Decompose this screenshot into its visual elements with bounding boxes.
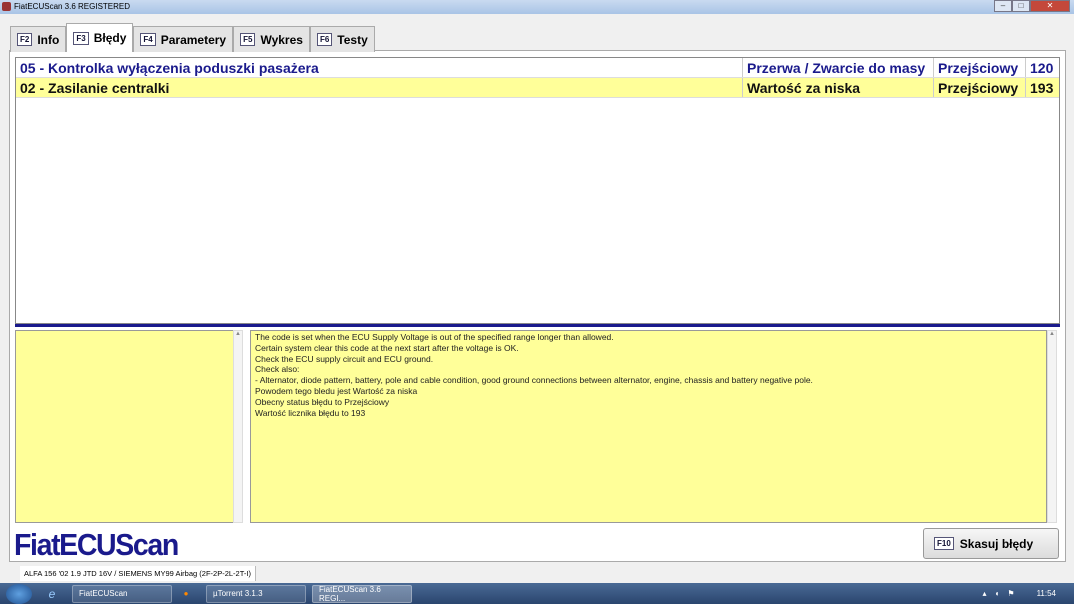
tab-testy[interactable]: F6 Testy [309,26,375,52]
taskbar-label: FiatECUScan [79,589,128,598]
description-line: Check also: [255,364,300,375]
firefox-icon[interactable]: ● [178,589,194,598]
description-line: The code is set when the ECU Supply Volt… [255,332,614,342]
tab-bledy[interactable]: F3 Błędy [66,23,134,52]
clock[interactable]: 11:54 [1037,589,1056,598]
error-count: 193 [1030,80,1054,96]
table-row[interactable]: 02 - Zasilanie centralki Wartość za nisk… [16,78,1059,98]
maximize-button[interactable]: □ [1012,0,1030,12]
tab-label: Błędy [93,31,127,45]
error-count: 120 [1030,60,1054,76]
button-label: Skasuj błędy [959,536,1034,551]
close-button[interactable]: ✕ [1030,0,1070,12]
tab-bar: F2 Info F3 Błędy F4 Parametery F5 Wykres F6 T… [10,23,375,52]
status-bar: ALFA 156 '02 1.9 JTD 16V / SIEMENS MY99 … [0,564,1074,583]
tab-label: Parametery [160,32,227,47]
ie-icon[interactable]: e [44,587,60,601]
description-line: Powodem tego bledu jest Wartość za niska [255,385,418,396]
info-box [15,330,234,523]
taskbar-item[interactable]: FiatECUScan [72,584,172,603]
key-icon: F5 [240,33,256,46]
error-type: Wartość za niska [743,78,934,97]
taskbar: e FiatECUScan ● µTorrent 3.1.3 FiatECUSc… [0,583,1074,604]
error-code: 02 - Zasilanie centralki [16,78,743,97]
taskbar-item[interactable]: µTorrent 3.1.3 [206,584,306,603]
title-bar: FiatECUScan 3.6 REGISTERED – □ ✕ [0,0,1074,14]
error-type: Przerwa / Zwarcie do masy [743,58,934,77]
error-table: 05 - Kontrolka wyłączenia poduszki pasaż… [15,57,1060,324]
logo: FiatECUScan [14,527,179,562]
key-icon: F2 [17,33,33,46]
description-line: Wartość licznika błędu to 193 [255,407,366,418]
start-button[interactable] [6,583,32,604]
minimize-button[interactable]: – [994,0,1012,12]
key-icon: F3 [73,31,89,45]
vehicle-info: ALFA 156 '02 1.9 JTD 16V / SIEMENS MY99 … [20,566,256,581]
description-line: - Alternator, diode pattern, battery, po… [255,375,813,386]
table-row[interactable]: 05 - Kontrolka wyłączenia poduszki pasaż… [16,58,1059,78]
taskbar-item[interactable]: FiatECUScan 3.6 REGI... [312,584,412,603]
error-description: The code is set when the ECU Supply Volt… [250,330,1047,523]
tab-info[interactable]: F2 Info [10,26,67,52]
taskbar-label: FiatECUScan 3.6 REGI... [319,584,381,603]
tray-up-icon[interactable]: ▴ [983,589,987,598]
scrollbar[interactable]: ▲ [1047,330,1057,523]
clear-errors-button[interactable]: F10 Skasuj błędy [923,528,1059,559]
tab-parametery[interactable]: F4 Parametery [133,26,234,52]
volume-icon[interactable]: ◖ [995,589,1000,598]
tab-label: Wykres [260,32,303,47]
divider [15,324,1060,327]
description-line: Check the ECU supply circuit and ECU gro… [255,353,434,364]
tab-label: Testy [337,32,368,47]
error-status: Przejściowy [934,58,1026,77]
system-tray: ▴ ◖ ⚑ 11:54 [983,589,1074,598]
key-icon: F6 [316,33,333,46]
tab-label: Info [37,32,60,47]
scrollbar[interactable]: ▲ [233,330,243,523]
error-code: 05 - Kontrolka wyłączenia poduszki pasaż… [16,58,743,77]
key-icon: F10 [934,537,954,550]
window-title: FiatECUScan 3.6 REGISTERED [14,2,131,11]
tab-wykres[interactable]: F5 Wykres [233,26,310,52]
description-line: Obecny status błędu to Przejściowy [255,396,390,407]
error-status: Przejściowy [934,78,1026,97]
key-icon: F4 [140,33,156,46]
flag-icon[interactable]: ⚑ [1007,589,1014,598]
taskbar-label: µTorrent 3.1.3 [213,589,263,598]
app-icon [2,2,11,11]
description-line: Certain system clear this code at the ne… [255,342,519,353]
